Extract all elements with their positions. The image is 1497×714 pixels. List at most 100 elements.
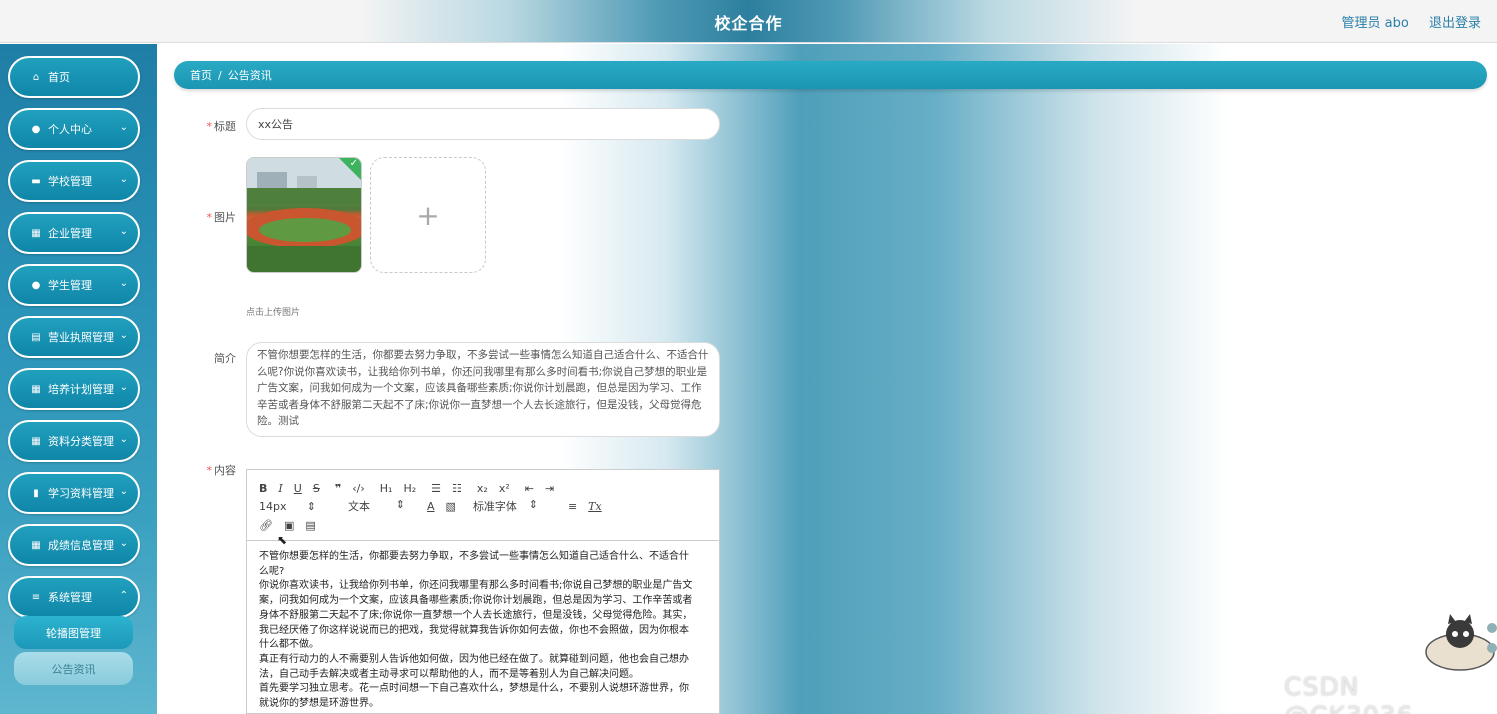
logout-link[interactable]: 退出登录 — [1429, 16, 1481, 31]
intro-textarea[interactable]: 不管你想要怎样的生活，你都要去努力争取，不多尝试一些事情怎么知道自己适合什么、不… — [246, 342, 720, 437]
chevron-up-icon: ⌃ — [119, 590, 128, 601]
top-right-actions: 管理员 abo 退出登录 — [1326, 12, 1481, 31]
sidebar-item-enterprise[interactable]: ▦ 企业管理 ⌄ — [8, 212, 140, 254]
clear-format-icon[interactable]: Tx — [588, 500, 602, 513]
title-label: * 标题 — [176, 118, 237, 134]
editor-line: 法，自己动手去解决或者主动寻求可以帮助他的人，而不是等着别人为自己解决问题。 — [259, 668, 639, 680]
title-input[interactable]: xx公告 — [246, 108, 720, 140]
sidebar-item-label: 学校管理 — [48, 175, 92, 188]
sidebar-item-label: 培养计划管理 — [48, 383, 114, 396]
upload-image-button[interactable]: + — [370, 157, 486, 273]
editor-content[interactable]: 不管你想要怎样的生活，你都要去努力争取，不多尝试一些事情怎么知道自己适合什么、不… — [259, 550, 709, 712]
intro-label: 简介 — [214, 352, 236, 365]
font-size-select[interactable]: 14px ⇕ — [259, 500, 327, 513]
font-family-value: 标准字体 — [472, 500, 517, 513]
required-mark: * — [206, 120, 213, 133]
sidebar-item-label: 成绩信息管理 — [48, 539, 114, 552]
sliders-icon: ≡ — [31, 591, 41, 603]
user-icon: ● — [31, 123, 41, 135]
sidebar-item-label: 营业执照管理 — [48, 331, 114, 344]
editor-line: 案，问我如何成为一个文案，应该具备哪些素质;你说你计划晨跑，但总是因为学习、工作… — [259, 595, 693, 607]
app-title: 校企合作 — [714, 14, 783, 33]
sidebar-item-label: 首页 — [48, 71, 70, 84]
sidebar: ⌂ 首页 ● 个人中心 ⌄ ▬ 学校管理 ⌄ ▦ 企业管理 ⌄ ● 学生管理 ⌄… — [0, 44, 157, 714]
select-arrows-icon: ⇕ — [306, 499, 316, 513]
chevron-down-icon: ⌄ — [119, 174, 128, 185]
link-icon[interactable]: 🔗︎ — [259, 519, 273, 532]
superscript-icon[interactable]: x² — [499, 482, 510, 495]
sidebar-item-license[interactable]: ▤ 营业执照管理 ⌄ — [8, 316, 140, 358]
font-size-value: 14px — [259, 499, 287, 513]
upload-hint: 点击上传图片 — [246, 308, 301, 318]
admin-user-link[interactable]: 管理员 abo — [1342, 16, 1409, 31]
breadcrumb: 首页 / 公告资讯 — [174, 61, 1487, 89]
toolbar-row-1: B I U S ❞ ‹/› H₁ H₂ ☰ ☷ x₂ x² ⇤ ⇥ — [259, 479, 565, 497]
sidebar-item-student[interactable]: ● 学生管理 ⌄ — [8, 264, 140, 306]
sidebar-subitem-announcements[interactable]: 公告资讯 — [14, 652, 133, 685]
heading1-icon[interactable]: H₁ — [380, 482, 393, 495]
chevron-down-icon: ⌄ — [119, 382, 128, 393]
uploaded-image-thumbnail[interactable]: ✓ — [246, 157, 362, 273]
toolbar-row-2: 14px ⇕ 文本 ⇕ A ▧ 标准字体 ⇕ ≡ Tx — [259, 497, 613, 515]
ordered-list-icon[interactable]: ☰ — [431, 482, 441, 495]
quote-icon[interactable]: ❞ — [335, 482, 341, 495]
grid-icon: ▦ — [31, 227, 41, 239]
sidebar-item-label: 资料分类管理 — [48, 435, 114, 448]
background-color-icon[interactable]: ▧ — [446, 500, 456, 513]
editor-line: 什么都不做。 — [259, 639, 319, 651]
rich-text-editor[interactable]: B I U S ❞ ‹/› H₁ H₂ ☰ ☷ x₂ x² ⇤ ⇥ 14px ⇕ … — [246, 469, 720, 714]
chevron-down-icon: ⌄ — [119, 278, 128, 289]
indent-icon[interactable]: ⇥ — [545, 482, 554, 495]
outdent-icon[interactable]: ⇤ — [525, 482, 534, 495]
text-type-select[interactable]: 文本 ⇕ — [348, 498, 416, 514]
sidebar-item-material-category[interactable]: ▦ 资料分类管理 ⌄ — [8, 420, 140, 462]
align-icon[interactable]: ≡ — [568, 500, 577, 513]
top-bar: 校企合作 管理员 abo 退出登录 — [0, 0, 1497, 43]
breadcrumb-separator: / — [218, 68, 222, 82]
image-label: * 图片 — [176, 209, 237, 225]
underline-icon[interactable]: U — [294, 482, 302, 495]
breadcrumb-home[interactable]: 首页 — [190, 67, 212, 83]
sidebar-subitem-carousel[interactable]: 轮播图管理 — [14, 616, 133, 649]
editor-line: 就说你的梦想是环游世界。 — [259, 698, 379, 710]
sidebar-item-label: 系统管理 — [48, 591, 92, 604]
editor-line: 么呢? — [259, 565, 285, 577]
editor-line: 真正有行动力的人不需要别人告诉他如何做，因为他已经在做了。就算碰到问题，他也会自… — [259, 653, 689, 665]
font-color-icon[interactable]: A — [427, 500, 435, 513]
sidebar-item-personal-center[interactable]: ● 个人中心 ⌄ — [8, 108, 140, 150]
sidebar-item-school[interactable]: ▬ 学校管理 ⌄ — [8, 160, 140, 202]
sidebar-item-home[interactable]: ⌂ 首页 — [8, 56, 140, 98]
subscript-icon[interactable]: x₂ — [477, 482, 488, 495]
chevron-down-icon: ⌄ — [119, 122, 128, 133]
sidebar-item-study-material[interactable]: ▮ 学习资料管理 ⌄ — [8, 472, 140, 514]
sidebar-item-system[interactable]: ≡ 系统管理 ⌃ — [8, 576, 140, 618]
check-icon: ✓ — [349, 158, 358, 169]
text-type-value: 文本 — [348, 500, 370, 513]
image-label-text: 图片 — [214, 211, 236, 224]
font-family-select[interactable]: 标准字体 ⇕ — [473, 498, 549, 514]
sidebar-item-label: 企业管理 — [48, 227, 92, 240]
video-icon[interactable]: ▤ — [305, 519, 315, 532]
bold-icon[interactable]: B — [259, 482, 267, 495]
image-icon[interactable]: ▣ — [284, 519, 294, 532]
grid-icon: ▦ — [31, 539, 41, 551]
chart-icon: ▮ — [33, 487, 39, 499]
chevron-down-icon: ⌄ — [119, 434, 128, 445]
mascot-image — [1425, 614, 1497, 671]
bullet-list-icon[interactable]: ☷ — [452, 482, 462, 495]
strikethrough-icon[interactable]: S — [313, 482, 320, 495]
required-mark: * — [206, 211, 213, 224]
editor-line: 你说你喜欢读书，让我给你列书单，你还问我哪里有那么多时间看书;你说自己梦想的职业… — [259, 580, 693, 592]
sidebar-item-training-plan[interactable]: ▦ 培养计划管理 ⌄ — [8, 368, 140, 410]
chevron-down-icon: ⌄ — [119, 330, 128, 341]
heading2-icon[interactable]: H₂ — [403, 482, 416, 495]
plus-icon: + — [416, 198, 440, 232]
clipboard-icon: ▤ — [31, 331, 41, 343]
sidebar-item-grades[interactable]: ▦ 成绩信息管理 ⌄ — [8, 524, 140, 566]
editor-line: 首先要学习独立思考。花一点时间想一下自己喜欢什么，梦想是什么，不要别人说想环游世… — [259, 683, 689, 695]
home-icon: ⌂ — [32, 71, 40, 83]
code-icon[interactable]: ‹/› — [352, 482, 365, 495]
toolbar-row-3: 🔗︎ ▣ ▤ — [259, 516, 327, 534]
italic-icon[interactable]: I — [278, 482, 282, 495]
grid-icon: ▦ — [31, 435, 41, 447]
